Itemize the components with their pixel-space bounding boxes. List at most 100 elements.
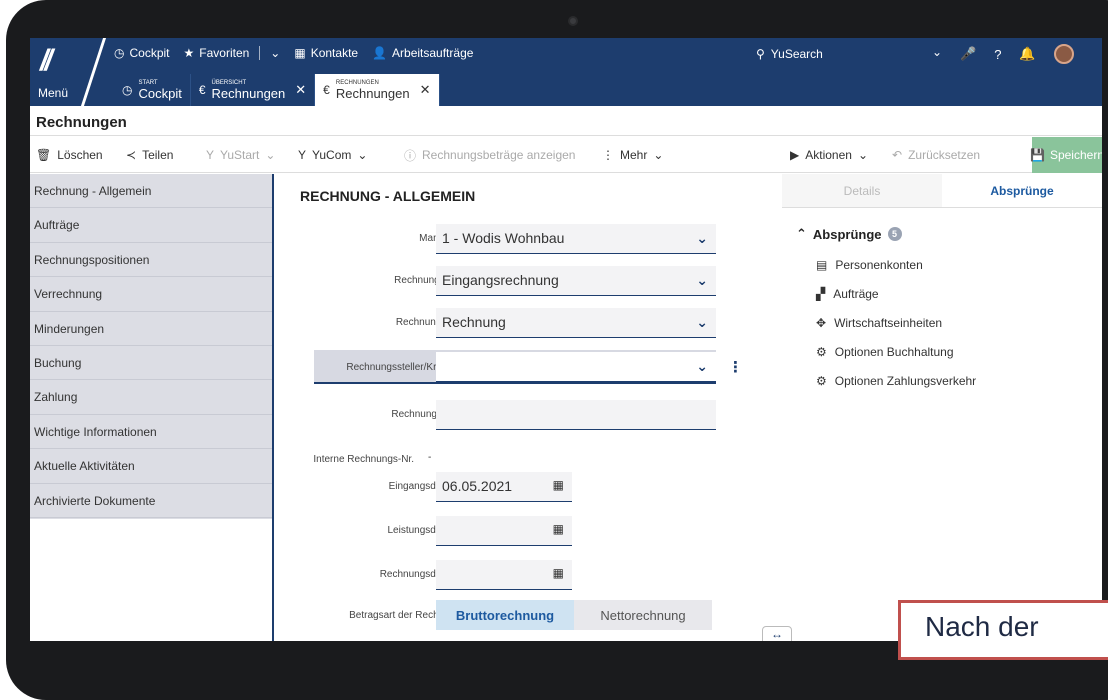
rechnungssteller-select[interactable]: ⌄	[436, 352, 716, 382]
clock-icon: ◷	[114, 46, 125, 60]
share-button[interactable]: ≺ Teilen	[126, 137, 173, 173]
yucom-button[interactable]: Y YuCom ⌄	[298, 137, 367, 173]
sidebar-item[interactable]: Rechnung - Allgemein	[30, 174, 272, 209]
nav-arbeitsauftraege[interactable]: 👤 Arbeitsaufträge	[372, 46, 473, 60]
share-icon: ≺	[126, 148, 137, 162]
chevron-down-icon: ⌄	[857, 148, 868, 162]
toolbar: 🗑 Löschen ≺ Teilen Y YuStart ⌄ Y YuCom ⌄ ⓘ Rech…	[30, 137, 1102, 173]
invoice-icon: €	[198, 83, 206, 97]
eingangsdatum-input[interactable]: 06.05.2021 ▦	[436, 472, 572, 502]
save-icon: 💾	[1030, 148, 1045, 162]
sidebar-item[interactable]: Archivierte Dokumente	[30, 484, 272, 518]
section-sidebar: Rechnung - Allgemein Aufträge Rechnungsp…	[30, 174, 272, 519]
link-auftraege[interactable]: ▞ Aufträge	[816, 287, 879, 301]
more-button[interactable]: ⋮ Mehr ⌄	[602, 137, 663, 173]
yustart-button[interactable]: Y YuStart ⌄	[206, 137, 275, 173]
netto-option[interactable]: Nettorechnung	[574, 600, 712, 630]
sidebar-item[interactable]: Aufträge	[30, 208, 272, 243]
link-optionen-buchhaltung[interactable]: ⚙ Optionen Buchhaltung	[816, 345, 954, 359]
more-vertical-icon[interactable]: ⋮	[728, 358, 743, 376]
rechnungsdatum-row: Rechnungsdatum* ▦	[274, 560, 774, 592]
more-vertical-icon: ⋮	[602, 148, 614, 162]
favoriten-dropdown[interactable]: ⌄	[270, 46, 280, 60]
delete-button[interactable]: 🗑 Löschen	[36, 137, 103, 173]
sidebar-item[interactable]: Rechnungspositionen	[30, 243, 272, 278]
sidebar-item[interactable]: Zahlung	[30, 380, 272, 415]
link-wirtschaftseinheiten[interactable]: ✥ Wirtschaftseinheiten	[816, 316, 942, 330]
logo-icon: //	[40, 44, 53, 77]
chevron-down-icon: ⌄	[696, 358, 708, 374]
undo-icon: ↶	[892, 148, 903, 162]
nav-cockpit[interactable]: ◷ Cockpit	[114, 46, 170, 60]
app-screen: // Menü ◷ Cockpit ★ Favoriten ⌄ ▦ Kontakte …	[30, 38, 1102, 641]
search-icon: ⚲	[756, 47, 765, 61]
page-title: Rechnungen	[30, 106, 1102, 136]
tab-uebersicht-rechnungen[interactable]: € ÜBERSICHT Rechnungen ✕	[191, 74, 316, 106]
rechnungsdatum-input[interactable]: ▦	[436, 560, 572, 590]
help-icon[interactable]: ?	[994, 47, 1001, 62]
yucom-icon: Y	[298, 148, 307, 162]
tab-details[interactable]: Details	[782, 174, 942, 207]
horizontal-arrows-icon: ↔	[771, 627, 783, 641]
calendar-icon[interactable]: ▦	[553, 522, 564, 536]
mandant-row: Mandant* 1 - Wodis Wohnbau⌄	[274, 224, 774, 256]
chevron-down-icon: ⌄	[265, 148, 276, 162]
betragsart-row: Betragsart der Rechnu...* Bruttorechnung…	[274, 600, 774, 632]
sidebar-item[interactable]: Verrechnung	[30, 277, 272, 312]
sidebar-item[interactable]: Wichtige Informationen	[30, 415, 272, 450]
bell-icon[interactable]: 🔔	[1019, 46, 1035, 62]
top-icons: 🎤 ? 🔔	[960, 44, 1074, 64]
rechnungstyp-row: Rechnungstyp* Eingangsrechnung⌄	[274, 266, 774, 298]
brutto-option[interactable]: Bruttorechnung	[436, 600, 574, 630]
close-icon[interactable]: ✕	[295, 82, 306, 98]
save-button[interactable]: 💾 Speichern	[1030, 137, 1102, 173]
show-amounts-button[interactable]: ⓘ Rechnungsbeträge anzeigen	[404, 137, 575, 173]
rechnungsart-select[interactable]: Rechnung ⌄	[436, 308, 716, 338]
chevron-down-icon: ⌄	[931, 45, 942, 59]
chevron-up-icon: ⌃	[796, 226, 807, 241]
buildings-icon: ✥	[816, 316, 827, 330]
microphone-icon[interactable]: 🎤	[960, 46, 976, 62]
reset-button[interactable]: ↶ Zurücksetzen	[892, 137, 980, 173]
interne-nr-value: -	[428, 452, 432, 463]
absprunge-header[interactable]: ⌃ Absprünge 5	[796, 226, 902, 242]
eingangsdatum-row: Eingangsdatum* 06.05.2021▦	[274, 472, 774, 504]
calendar-icon[interactable]: ▦	[553, 566, 564, 580]
rechnungsart-row: Rechnungsart* Rechnung⌄	[274, 308, 774, 340]
calendar-icon[interactable]: ▦	[553, 478, 564, 492]
user-task-icon: 👤	[372, 46, 388, 60]
sidebar-item[interactable]: Aktuelle Aktivitäten	[30, 449, 272, 484]
rechnungsnr-input[interactable]	[436, 400, 716, 430]
actions-button[interactable]: ▶ Aktionen ⌄	[790, 137, 868, 173]
play-icon: ▶	[790, 148, 800, 162]
search-label: YuSearch	[770, 47, 823, 61]
link-personenkonten[interactable]: ▤ Personenkonten	[816, 258, 923, 272]
chevron-down-icon: ⌄	[696, 272, 708, 288]
nav-kontakte[interactable]: ▦ Kontakte	[294, 46, 358, 60]
rechnungsnr-row: Rechnungs-Nr.*	[274, 400, 774, 432]
tab-cockpit[interactable]: ◷ START Cockpit	[114, 74, 191, 106]
menu-label: Menü	[38, 86, 69, 100]
mandant-select[interactable]: 1 - Wodis Wohnbau ⌄	[436, 224, 716, 254]
tab-rechnungen[interactable]: € RECHNUNGEN Rechnungen ✕	[315, 74, 440, 106]
nav-separator	[259, 46, 261, 60]
resize-handle[interactable]: ↔	[762, 626, 792, 641]
document-icon: ▤	[816, 258, 828, 272]
rechnungstyp-select[interactable]: Eingangsrechnung ⌄	[436, 266, 716, 296]
caption-box: Nach der	[898, 600, 1108, 660]
star-icon: ★	[183, 46, 195, 60]
leistungsdatum-input[interactable]: ▦	[436, 516, 572, 546]
sidebar-item[interactable]: Buchung	[30, 346, 272, 381]
yusearch-field[interactable]: ⚲ YuSearch ⌄	[756, 43, 942, 65]
chevron-down-icon: ⌄	[696, 314, 708, 330]
sidebar-item[interactable]: Minderungen	[30, 312, 272, 346]
menu-button[interactable]: // Menü	[30, 38, 100, 106]
link-optionen-zahlungsverkehr[interactable]: ⚙ Optionen Zahlungsverkehr	[816, 374, 976, 388]
tab-absprunge[interactable]: Absprünge	[942, 174, 1102, 207]
close-icon[interactable]: ✕	[420, 82, 431, 98]
nav-favoriten[interactable]: ★ Favoriten	[184, 46, 250, 60]
chevron-down-icon: ⌄	[270, 46, 281, 60]
avatar[interactable]	[1053, 44, 1074, 64]
right-panel: ⌃ Absprünge 5 ▤ Personenkonten ▞ Aufträge …	[782, 208, 1102, 608]
invoice-icon: €	[323, 83, 330, 97]
